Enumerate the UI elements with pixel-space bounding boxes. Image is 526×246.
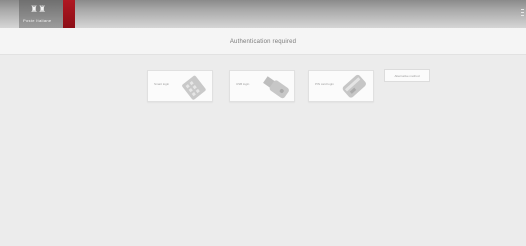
smart-login-card[interactable]: Smart login (147, 70, 213, 102)
logo[interactable]: ♜♜ Poste Italiane (19, 0, 63, 28)
smartcard-icon (182, 75, 206, 100)
hamburger-menu-icon[interactable] (521, 9, 524, 18)
castle-logo-icon: ♜♜ (30, 5, 47, 15)
card-label: PIN card login (315, 82, 334, 86)
card-label: Smart login (154, 82, 170, 86)
top-bar: ♜♜ Poste Italiane (0, 0, 526, 28)
alternative-method-label: Alternative method (394, 74, 420, 78)
page-header: Authentication required (0, 28, 526, 55)
brand-accent-strip (63, 0, 75, 28)
page-title: Authentication required (229, 39, 297, 45)
pin-card-icon (342, 74, 366, 98)
usb-login-card[interactable]: USB login (229, 70, 295, 102)
usb-key-icon (263, 76, 289, 99)
logo-text: Poste Italiane (23, 18, 52, 23)
alternative-method-button[interactable]: Alternative method (384, 69, 430, 82)
card-label: USB login (236, 82, 250, 86)
pin-card-login-card[interactable]: PIN card login (308, 70, 374, 102)
